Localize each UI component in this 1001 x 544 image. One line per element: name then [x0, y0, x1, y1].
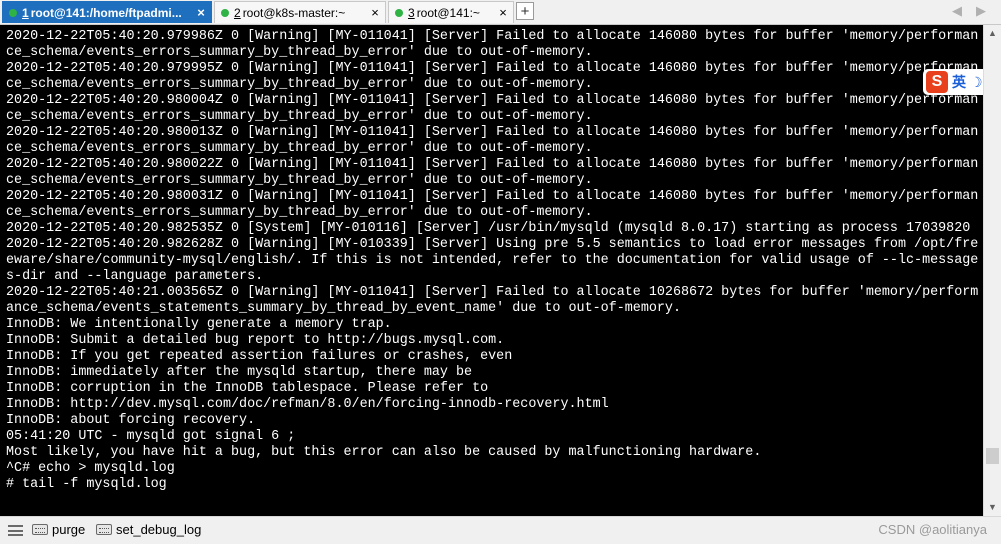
quick-command-label: set_debug_log [116, 522, 202, 537]
terminal-line: InnoDB: http://dev.mysql.com/doc/refman/… [6, 397, 609, 412]
tab-number: 2 [234, 5, 241, 20]
scroll-down-icon[interactable]: ▼ [984, 499, 1001, 516]
terminal-output[interactable]: 2020-12-22T05:40:20.979986Z 0 [Warning] … [0, 25, 983, 516]
terminal-line: ce_schema/events_errors_summary_by_threa… [6, 205, 593, 220]
tab-session-1[interactable]: 1 root@141:/home/ftpadmi... × [2, 1, 212, 23]
terminal-line: 2020-12-22T05:40:20.979995Z 0 [Warning] … [6, 61, 979, 76]
quick-command-purge[interactable]: purge [32, 522, 85, 537]
terminal-line: ce_schema/events_errors_summary_by_threa… [6, 45, 593, 60]
terminal-line: eware/share/community-mysql/english/. If… [6, 253, 979, 268]
vertical-scrollbar[interactable]: ▲ ▼ [983, 25, 1001, 516]
tab-number: 3 [408, 5, 415, 20]
terminal-line: ce_schema/events_errors_summary_by_threa… [6, 173, 593, 188]
chevron-left-icon[interactable]: ◀ [952, 3, 962, 19]
close-icon[interactable]: × [367, 5, 383, 20]
menu-icon[interactable] [8, 525, 23, 536]
sogou-logo-icon: S [926, 71, 948, 93]
terminal-line: InnoDB: If you get repeated assertion fa… [6, 349, 513, 364]
keyboard-icon [32, 524, 48, 535]
close-icon[interactable]: × [193, 5, 209, 20]
chevron-right-icon[interactable]: ▶ [976, 3, 986, 19]
scrollbar-thumb[interactable] [986, 448, 999, 464]
quick-command-set-debug-log[interactable]: set_debug_log [96, 522, 201, 537]
scroll-up-icon[interactable]: ▲ [984, 25, 1001, 42]
terminal-line: Most likely, you have hit a bug, but thi… [6, 445, 762, 460]
terminal-line: ^C# echo > mysqld.log [6, 461, 175, 476]
tab-session-3[interactable]: 3 root@141:~ × [388, 1, 514, 23]
session-connected-icon [221, 8, 229, 17]
add-tab-button[interactable]: + [516, 2, 534, 20]
tab-label: root@k8s-master:~ [242, 5, 346, 20]
session-connected-icon [9, 8, 17, 17]
terminal-line: ce_schema/events_errors_summary_by_threa… [6, 141, 593, 156]
terminal-line: ce_schema/events_errors_summary_by_threa… [6, 109, 593, 124]
terminal-line: ance_schema/events_statements_summary_by… [6, 301, 681, 316]
tab-label: root@141:~ [416, 5, 480, 20]
terminal-line: # tail -f mysqld.log [6, 477, 167, 492]
terminal-line: 05:41:20 UTC - mysqld got signal 6 ; [6, 429, 296, 444]
terminal-line: ce_schema/events_errors_summary_by_threa… [6, 77, 593, 92]
terminal-line: InnoDB: corruption in the InnoDB tablesp… [6, 381, 489, 396]
terminal-line: 2020-12-22T05:40:20.980031Z 0 [Warning] … [6, 189, 979, 204]
terminal-line: 2020-12-22T05:40:20.980013Z 0 [Warning] … [6, 125, 979, 140]
keyboard-icon [96, 524, 112, 535]
tab-bar: 1 root@141:/home/ftpadmi... × 2 root@k8s… [0, 0, 1001, 25]
tab-number: 1 [22, 5, 29, 20]
terminal-line: InnoDB: about forcing recovery. [6, 413, 256, 428]
quick-command-label: purge [52, 522, 86, 537]
close-icon[interactable]: × [495, 5, 511, 20]
terminal-line: 2020-12-22T05:40:20.980004Z 0 [Warning] … [6, 93, 979, 108]
terminal-line: 2020-12-22T05:40:20.982535Z 0 [System] [… [6, 221, 971, 236]
terminal-line: InnoDB: Submit a detailed bug report to … [6, 333, 505, 348]
terminal-line: InnoDB: We intentionally generate a memo… [6, 317, 392, 332]
terminal-line: 2020-12-22T05:40:20.982628Z 0 [Warning] … [6, 237, 979, 252]
moon-icon: ☽ [970, 73, 983, 90]
terminal-line: 2020-12-22T05:40:20.980022Z 0 [Warning] … [6, 157, 979, 172]
terminal-line: s-dir and --language parameters. [6, 269, 264, 284]
tab-session-2[interactable]: 2 root@k8s-master:~ × [214, 1, 386, 23]
terminal-line: 2020-12-22T05:40:21.003565Z 0 [Warning] … [6, 285, 979, 300]
session-connected-icon [395, 8, 403, 17]
ime-mode-label: 英 [952, 74, 966, 90]
terminal-line: 2020-12-22T05:40:20.979986Z 0 [Warning] … [6, 29, 979, 44]
watermark: CSDN @aolitianya [878, 522, 987, 537]
tab-label: root@141:/home/ftpadmi... [30, 5, 182, 20]
terminal-line: InnoDB: immediately after the mysqld sta… [6, 365, 473, 380]
quick-command-bar: purge set_debug_log CSDN @aolitianya [0, 516, 1001, 544]
